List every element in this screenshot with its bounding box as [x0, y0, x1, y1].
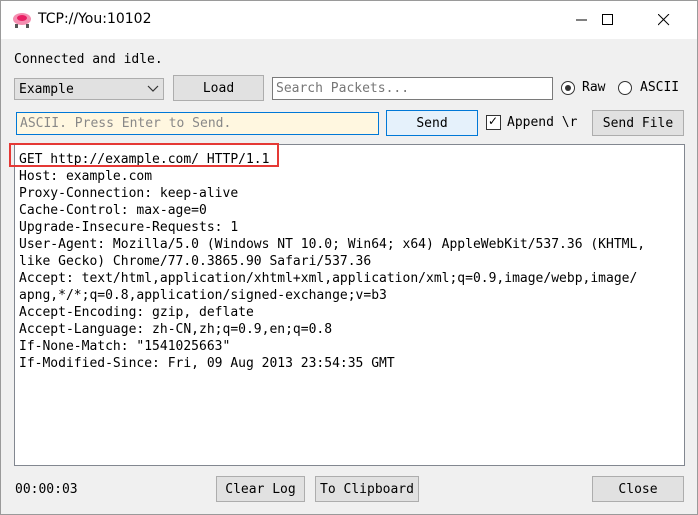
packet-log[interactable]: GET http://example.com/ HTTP/1.1 Host: e…: [14, 144, 685, 466]
raw-radio[interactable]: [561, 81, 575, 95]
window-title: TCP://You:10102: [38, 11, 152, 27]
log-line: If-Modified-Since: Fri, 09 Aug 2013 23:5…: [19, 356, 395, 371]
close-icon: [658, 14, 670, 26]
to-clipboard-button[interactable]: To Clipboard: [315, 476, 419, 502]
send-button[interactable]: Send: [386, 110, 478, 136]
log-line: Upgrade-Insecure-Requests: 1: [19, 220, 239, 235]
maximize-button[interactable]: [585, 1, 631, 39]
preset-select-value: Example: [19, 82, 74, 97]
ascii-radio-label: ASCII: [640, 80, 680, 95]
request-line-highlight: [9, 143, 279, 167]
app-icon: [13, 13, 31, 28]
log-line: Proxy-Connection: keep-alive: [19, 186, 239, 201]
log-line: If-None-Match: "1541025663": [19, 339, 231, 354]
check-icon: ✓: [488, 114, 499, 128]
close-button[interactable]: Close: [592, 476, 684, 502]
log-line: Accept-Language: zh-CN,zh;q=0.9,en;q=0.8: [19, 322, 333, 337]
log-line: Accept-Encoding: gzip, deflate: [19, 305, 254, 320]
log-line: like Gecko) Chrome/77.0.3865.90 Safari/5…: [19, 254, 372, 269]
log-line: apng,*/*;q=0.8,application/signed-exchan…: [19, 288, 387, 303]
load-button[interactable]: Load: [173, 75, 264, 101]
close-window-button[interactable]: [641, 1, 687, 39]
elapsed-timer: 00:00:03: [15, 482, 78, 497]
clear-log-button[interactable]: Clear Log: [216, 476, 305, 502]
maximize-icon: [602, 14, 613, 25]
chevron-down-icon: [147, 85, 159, 92]
ascii-radio[interactable]: [618, 81, 632, 95]
preset-select[interactable]: Example: [14, 78, 164, 100]
title-bar: TCP://You:10102: [1, 1, 697, 39]
log-line: Accept: text/html,application/xhtml+xml,…: [19, 271, 638, 286]
log-line: Host: example.com: [19, 169, 153, 184]
status-text: Connected and idle.: [14, 52, 163, 67]
send-file-button[interactable]: Send File: [592, 110, 684, 136]
search-packets-input[interactable]: Search Packets...: [272, 77, 553, 100]
raw-radio-label: Raw: [582, 80, 606, 95]
log-line: Cache-Control: max-age=0: [19, 203, 207, 218]
append-r-label: Append \r: [507, 115, 578, 130]
log-line: User-Agent: Mozilla/5.0 (Windows NT 10.0…: [19, 237, 646, 252]
send-input[interactable]: ASCII. Press Enter to Send.: [16, 112, 379, 135]
app-window: TCP://You:10102 Connected and idle. Exam…: [0, 0, 698, 515]
radio-selected-dot: [565, 85, 571, 91]
log-lines: GET http://example.com/ HTTP/1.1 Host: e…: [19, 151, 680, 372]
append-r-checkbox[interactable]: ✓: [486, 114, 501, 130]
